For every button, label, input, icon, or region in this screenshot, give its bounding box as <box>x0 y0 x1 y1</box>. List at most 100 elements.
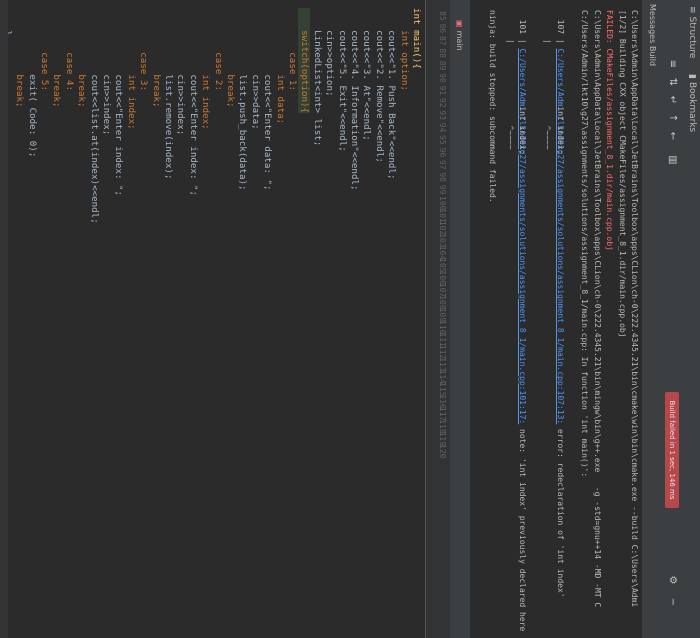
line-number: 85 <box>438 11 447 21</box>
bookmarks-tool-button[interactable]: ▮ Bookmarks <box>684 74 700 132</box>
code-line: case 5: <box>39 8 50 91</box>
code-line: list.push_back(data); <box>237 8 249 191</box>
filter-icon[interactable]: ⇅ <box>667 76 679 88</box>
line-number: 98 <box>438 172 447 182</box>
line-number: 97 <box>438 159 447 170</box>
soft-wrap-icon[interactable]: ↵ <box>667 94 679 106</box>
code-line: int main(){ <box>411 8 422 69</box>
line-number: 104 <box>438 245 447 261</box>
console-line: C:\Users\Admin\AppData\Local\JetBrains\T… <box>630 10 639 608</box>
build-tab-bar: Messages Build <box>641 0 660 638</box>
ide-window: ≡ Structure ▮ Bookmarks ≡ ⇅ ↵ ↑ ← ▥ Buil… <box>0 0 700 638</box>
line-number: 95 <box>438 135 447 145</box>
structure-label: Structure <box>687 16 697 59</box>
build-status-badge: Build failed in 1 sec, 146 ms <box>665 392 679 508</box>
code-line: cout<<"4. Information"<<endl; <box>349 8 360 191</box>
project-icon: ▣ <box>455 20 465 28</box>
scroll-to-end-icon[interactable]: ≡ <box>667 58 679 70</box>
code-line: cin>>index; <box>175 8 187 136</box>
code-line-current: switch(option){ <box>298 8 311 114</box>
line-number: 119 <box>438 431 447 447</box>
line-number: 90 <box>438 73 447 83</box>
line-number: 91 <box>438 85 447 96</box>
code-line: cin>>index; <box>101 8 112 136</box>
code-line: int index; <box>200 8 212 130</box>
code-line: int data; <box>274 8 286 125</box>
line-number: 100 <box>438 196 447 211</box>
line-number: 103 <box>438 233 447 248</box>
console-line: 107 | int index; <box>555 10 565 155</box>
line-number-gutter: 85 86 87 88 89 90 91 92 93 94 95 96 97 9… <box>425 0 450 638</box>
line-number: 89 <box>438 60 447 71</box>
code-line: break; <box>14 8 26 108</box>
code-line: cout<<"Enter index: "; <box>113 8 125 197</box>
code-line: cout<<"Enter index: "; <box>187 8 199 197</box>
line-number: 87 <box>438 35 447 46</box>
tab-messages[interactable]: Messages <box>648 4 657 43</box>
line-number: 108 <box>438 295 447 310</box>
previous-arrow-icon[interactable]: ← <box>667 130 679 142</box>
tab-build[interactable]: Build <box>648 46 657 66</box>
console-line: C:\Users\Admin\AppData\Local\JetBrains\T… <box>592 10 602 608</box>
bookmark-icon: ▮ <box>687 74 697 79</box>
project-tab-main[interactable]: ▣ main <box>450 20 470 60</box>
code-editor[interactable]: 85 86 87 88 89 90 91 92 93 94 95 96 97 9… <box>0 0 450 638</box>
code-line: case 2: <box>212 8 224 91</box>
console-line: C:/Users/Admin/lkt10\g27\assignments/sol… <box>580 10 590 478</box>
line-number: 107 <box>438 282 447 298</box>
code-line: break; <box>51 8 63 108</box>
line-number: 102 <box>438 220 447 236</box>
code-line: int index; <box>125 8 137 130</box>
console-error-line: FAILED: CMakeFiles/assignment_8_1.dir/ma… <box>605 10 615 251</box>
line-number: 101 <box>438 208 447 223</box>
code-line: break; <box>225 8 236 108</box>
console-line: | ^~~~~ <box>543 10 553 150</box>
code-line: case 4: <box>63 8 75 91</box>
minimize-icon[interactable]: − <box>667 596 679 608</box>
project-tab-label: main <box>455 30 465 51</box>
code-line: cout<<"1. Push Back"<<endl; <box>386 8 398 180</box>
settings-gear-icon[interactable]: ⚙ <box>667 574 679 586</box>
line-number: 88 <box>438 48 447 58</box>
line-number: 118 <box>438 419 447 434</box>
up-arrow-icon[interactable]: ↑ <box>667 112 679 124</box>
line-number: 116 <box>438 394 447 409</box>
line-number: 113 <box>438 357 447 372</box>
line-number: 106 <box>438 270 447 285</box>
code-line: break; <box>150 8 162 108</box>
code-line: cout<<"2. Remove"<<endl; <box>373 8 385 163</box>
code-line: break; <box>76 8 88 108</box>
structure-icon: ≡ <box>687 6 697 14</box>
bookmarks-label: Bookmarks <box>687 81 697 133</box>
code-line: cin>>data; <box>249 8 261 130</box>
code-line: cout<<"Enter data: "; <box>262 8 274 191</box>
code-line: cout<<"3. At"<<endl; <box>361 8 373 141</box>
console-line: | ^~~~~ <box>506 10 515 150</box>
error-message: error: redeclaration of 'int index' <box>555 424 565 598</box>
line-number: 114 <box>438 369 447 385</box>
code-line: list.remove(index); <box>163 8 174 180</box>
line-number: 109 <box>438 307 447 323</box>
code-line: LinkedList<int> list; <box>311 8 323 147</box>
code-line: cout<<list.at(index)<<endl; <box>88 8 100 224</box>
line-number: 99 <box>438 184 447 195</box>
code-line: exit( Code: 0); <box>26 8 38 158</box>
line-number: 110 <box>438 320 447 335</box>
code-line: cin>>option; <box>324 8 336 97</box>
structure-tool-button[interactable]: ≡ Structure <box>684 6 700 58</box>
editor-scrollbar[interactable] <box>0 0 8 638</box>
line-number: 93 <box>438 110 447 120</box>
code-line: case 3: <box>138 8 150 91</box>
line-number: 120 <box>438 444 447 459</box>
line-number: 86 <box>438 23 447 34</box>
code-line: cout<<"5. Exit"<<endl; <box>336 8 348 152</box>
line-number: 115 <box>438 382 447 397</box>
line-number: 117 <box>438 406 447 422</box>
project-strip: ▣ main <box>450 0 470 638</box>
build-output: C:\Users\Admin\AppData\Local\JetBrains\T… <box>470 0 642 638</box>
build-toolbar: ≡ ⇅ ↵ ↑ ← ▥ Build failed in 1 sec, 146 m… <box>659 0 684 638</box>
line-number: 112 <box>438 344 447 360</box>
code-area[interactable]: int main(){ int option; cout<<"1. Push B… <box>0 0 424 638</box>
clear-icon[interactable]: ▥ <box>667 154 679 166</box>
code-line: int option; <box>398 8 410 91</box>
